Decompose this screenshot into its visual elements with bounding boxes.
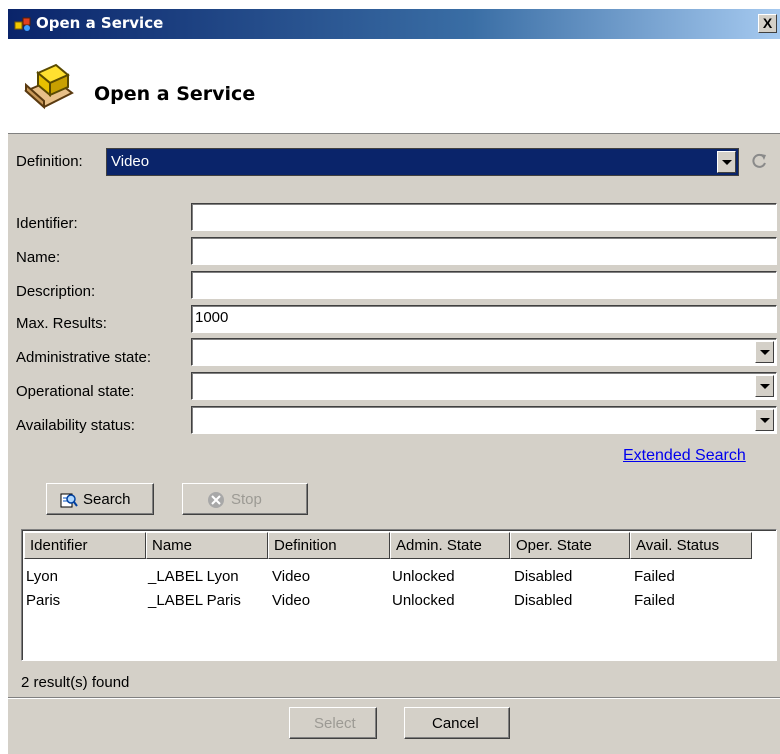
table-cell: Unlocked [392, 592, 455, 609]
table-cell: Disabled [514, 592, 573, 609]
table-cell: Unlocked [392, 568, 455, 585]
refresh-icon[interactable] [750, 152, 768, 170]
identifier-label: Identifier: [16, 215, 78, 232]
stop-button-label: Stop [231, 491, 262, 508]
definition-select[interactable]: Video [106, 148, 739, 176]
select-button[interactable]: Select [289, 707, 377, 739]
open-service-dialog: Open a Service X Open a Service Definiti… [7, 8, 780, 754]
description-input[interactable] [191, 271, 777, 299]
column-header-avail-status[interactable]: Avail. Status [630, 532, 752, 559]
avail-status-label: Availability status: [16, 417, 135, 434]
cancel-button[interactable]: Cancel [404, 707, 510, 739]
name-input[interactable] [191, 237, 777, 265]
table-cell: Disabled [514, 568, 573, 585]
select-button-label: Select [314, 715, 356, 732]
close-button[interactable]: X [758, 14, 777, 33]
stop-button[interactable]: Stop [182, 483, 308, 515]
dialog-heading: Open a Service [94, 83, 256, 105]
table-cell: Failed [634, 568, 675, 585]
max-results-input[interactable]: 1000 [191, 305, 777, 333]
app-icon [14, 17, 31, 31]
column-header-definition[interactable]: Definition [268, 532, 390, 559]
column-header-admin-state[interactable]: Admin. State [390, 532, 510, 559]
table-cell: Failed [634, 592, 675, 609]
footer-divider [8, 697, 780, 699]
stop-icon [208, 492, 224, 508]
table-cell: Video [272, 568, 311, 585]
window-title: Open a Service [36, 14, 164, 32]
results-table[interactable]: Identifier Name Definition Admin. State … [21, 529, 777, 661]
table-cell: Video [272, 592, 311, 609]
search-button[interactable]: Search [46, 483, 154, 515]
table-cell: Lyon [26, 568, 58, 585]
dialog-header: Open a Service [8, 39, 780, 134]
table-cell: Paris [26, 592, 61, 609]
description-label: Description: [16, 283, 96, 300]
chevron-down-icon[interactable] [755, 409, 774, 431]
avail-status-select[interactable] [191, 406, 777, 434]
search-button-label: Search [83, 491, 131, 508]
admin-state-select[interactable] [191, 338, 777, 366]
chevron-down-icon[interactable] [755, 341, 774, 363]
column-header-oper-state[interactable]: Oper. State [510, 532, 630, 559]
table-cell: _LABEL Lyon [148, 568, 239, 585]
admin-state-label: Administrative state: [16, 349, 152, 366]
chevron-down-icon[interactable] [717, 151, 736, 173]
identifier-input[interactable] [191, 203, 777, 231]
title-bar[interactable]: Open a Service X [8, 9, 780, 39]
column-header-identifier[interactable]: Identifier [24, 532, 146, 559]
table-cell: _LABEL Paris [148, 592, 241, 609]
column-header-name[interactable]: Name [146, 532, 268, 559]
max-results-label: Max. Results: [16, 315, 107, 332]
definition-label: Definition: [16, 153, 83, 170]
chevron-down-icon[interactable] [755, 375, 774, 397]
search-icon [60, 493, 78, 508]
name-label: Name: [16, 249, 61, 266]
cancel-button-label: Cancel [432, 715, 479, 732]
extended-search-link[interactable]: Extended Search [623, 447, 746, 465]
open-service-icon [24, 63, 74, 110]
status-text: 2 result(s) found [21, 674, 130, 691]
definition-value: Video [111, 153, 150, 170]
oper-state-select[interactable] [191, 372, 777, 400]
oper-state-label: Operational state: [16, 383, 135, 400]
